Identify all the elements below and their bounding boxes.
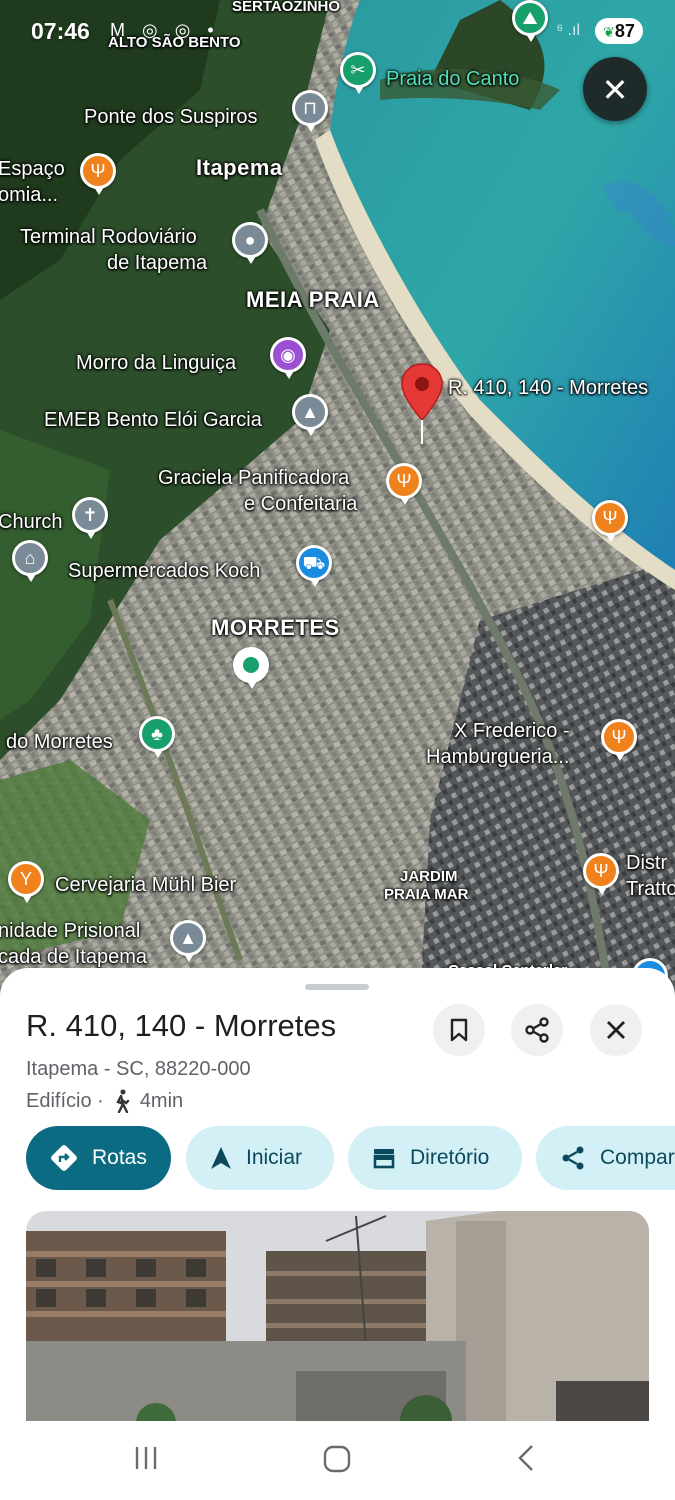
navigation-arrow-icon xyxy=(211,1147,231,1169)
map-label-distr[interactable]: Distr xyxy=(626,850,667,876)
map-label-terminal[interactable]: Terminal Rodoviário xyxy=(20,224,197,250)
street-view-photo[interactable] xyxy=(26,1211,649,1426)
map-label-supermercados[interactable]: Supermercados Koch xyxy=(68,558,260,584)
map-label-terminal-2[interactable]: de Itapema xyxy=(107,250,207,276)
map-view[interactable]: 07:46 M ◎ ◎ • ⁶ .ıl ❦87 ✕ SERTAOZINHO AL… xyxy=(0,0,675,1000)
status-time: 07:46 xyxy=(31,18,90,44)
start-label: Iniciar xyxy=(246,1146,303,1169)
recent-apps-button[interactable] xyxy=(126,1443,166,1479)
map-label-meia-praia: MEIA PRAIA xyxy=(246,287,380,312)
place-meta: Edifício · 4min xyxy=(26,1089,183,1113)
bookmark-icon xyxy=(450,1018,468,1042)
map-close-button[interactable]: ✕ xyxy=(583,57,647,121)
directions-label: Rotas xyxy=(92,1146,147,1169)
status-bar: 07:46 M ◎ ◎ • ⁶ .ıl ❦87 xyxy=(0,0,675,60)
selected-location-pin-icon[interactable] xyxy=(400,362,444,446)
map-label-prisional-2[interactable]: cada de Itapema xyxy=(0,944,147,970)
map-label-espaco[interactable]: Espaço xyxy=(0,156,65,182)
tree-pin-icon[interactable]: ♣ xyxy=(139,716,175,758)
storefront-icon xyxy=(373,1149,395,1169)
drag-handle[interactable] xyxy=(305,984,369,990)
building-pin-icon[interactable]: ⌂ xyxy=(12,540,48,582)
close-place-button[interactable] xyxy=(590,1004,642,1056)
map-label-morretes: MORRETES xyxy=(211,615,340,640)
map-label-emeb[interactable]: EMEB Bento Elói Garcia xyxy=(44,407,262,433)
shopping-cart-pin-icon[interactable]: ⛟ xyxy=(296,545,332,587)
battery-indicator: ❦87 xyxy=(595,18,643,44)
restaurant-pin-icon[interactable]: Ψ xyxy=(592,500,628,542)
directions-button[interactable]: Rotas xyxy=(26,1126,171,1190)
map-label-address[interactable]: R. 410, 140 - Morretes xyxy=(448,375,648,401)
school-pin-icon[interactable]: ▲ xyxy=(292,394,328,436)
camera-pin-icon[interactable]: ◉ xyxy=(270,337,306,379)
back-icon xyxy=(518,1445,533,1471)
map-label-morro-linguica[interactable]: Morro da Linguiça xyxy=(76,350,236,376)
map-label-tratto[interactable]: Tratto xyxy=(626,876,675,902)
home-button[interactable] xyxy=(316,1443,356,1479)
directory-button[interactable]: Diretório xyxy=(348,1126,522,1190)
map-label-ponte-dos-suspiros[interactable]: Ponte dos Suspiros xyxy=(84,104,257,130)
place-type: Edifício · xyxy=(26,1089,104,1112)
back-button[interactable] xyxy=(506,1443,546,1479)
map-label-espaco-2[interactable]: omia... xyxy=(0,182,58,208)
map-label-cervejaria[interactable]: Cervejaria Mühl Bier xyxy=(55,872,236,898)
restaurant-pin-icon[interactable]: Ψ xyxy=(80,153,116,195)
map-label-graciela[interactable]: Graciela Panificadora xyxy=(158,465,349,491)
bridge-pin-icon[interactable]: ⊓ xyxy=(292,90,328,132)
home-icon xyxy=(323,1445,351,1473)
bus-station-pin-icon[interactable]: ● xyxy=(232,222,268,264)
bar-pin-icon[interactable]: Y xyxy=(8,861,44,903)
share-icon xyxy=(525,1017,549,1043)
walking-icon xyxy=(116,1089,130,1113)
directions-icon xyxy=(51,1145,77,1171)
notification-icons: M ◎ ◎ • xyxy=(110,20,220,40)
close-icon xyxy=(607,1021,625,1039)
government-pin-icon[interactable]: ▲ xyxy=(170,920,206,962)
neighborhood-pin-icon[interactable] xyxy=(233,647,269,689)
restaurant-pin-icon[interactable]: Ψ xyxy=(583,853,619,895)
share-chip-button[interactable]: Compar xyxy=(536,1126,675,1190)
walk-time: 4min xyxy=(139,1089,184,1112)
place-address: Itapema - SC, 88220-000 xyxy=(26,1058,251,1080)
share-icon xyxy=(562,1146,584,1170)
map-label-prisional[interactable]: nidade Prisional xyxy=(0,918,140,944)
leaf-icon: ❦ xyxy=(603,24,615,40)
map-label-x-frederico[interactable]: X Frederico - xyxy=(454,718,570,744)
system-navigation-bar xyxy=(0,1421,675,1500)
directory-label: Diretório xyxy=(410,1146,490,1169)
restaurant-pin-icon[interactable]: Ψ xyxy=(386,463,422,505)
restaurant-pin-icon[interactable]: Ψ xyxy=(601,719,637,761)
map-label-jardim: JARDIM xyxy=(400,868,458,885)
recent-apps-icon xyxy=(135,1447,157,1469)
map-label-praia-do-canto[interactable]: Praia do Canto xyxy=(386,66,519,92)
church-pin-icon[interactable]: ✝ xyxy=(72,497,108,539)
map-label-praia-mar: PRAIA MAR xyxy=(384,886,469,903)
signal-icon: ⁶ .ıl xyxy=(556,22,580,39)
map-label-x-frederico-2[interactable]: Hamburgueria... xyxy=(426,744,569,770)
map-label-graciela-2[interactable]: e Confeitaria xyxy=(244,491,357,517)
map-label-do-morretes[interactable]: do Morretes xyxy=(6,729,113,755)
map-label-church[interactable]: Church xyxy=(0,509,62,535)
battery-level: 87 xyxy=(614,21,635,41)
share-chip-label: Compar xyxy=(600,1146,675,1169)
place-title: R. 410, 140 - Morretes xyxy=(26,1008,337,1043)
map-label-itapema: Itapema xyxy=(196,155,283,180)
start-button[interactable]: Iniciar xyxy=(186,1126,334,1190)
share-button[interactable] xyxy=(511,1004,563,1056)
save-button[interactable] xyxy=(433,1004,485,1056)
close-icon: ✕ xyxy=(601,72,629,108)
